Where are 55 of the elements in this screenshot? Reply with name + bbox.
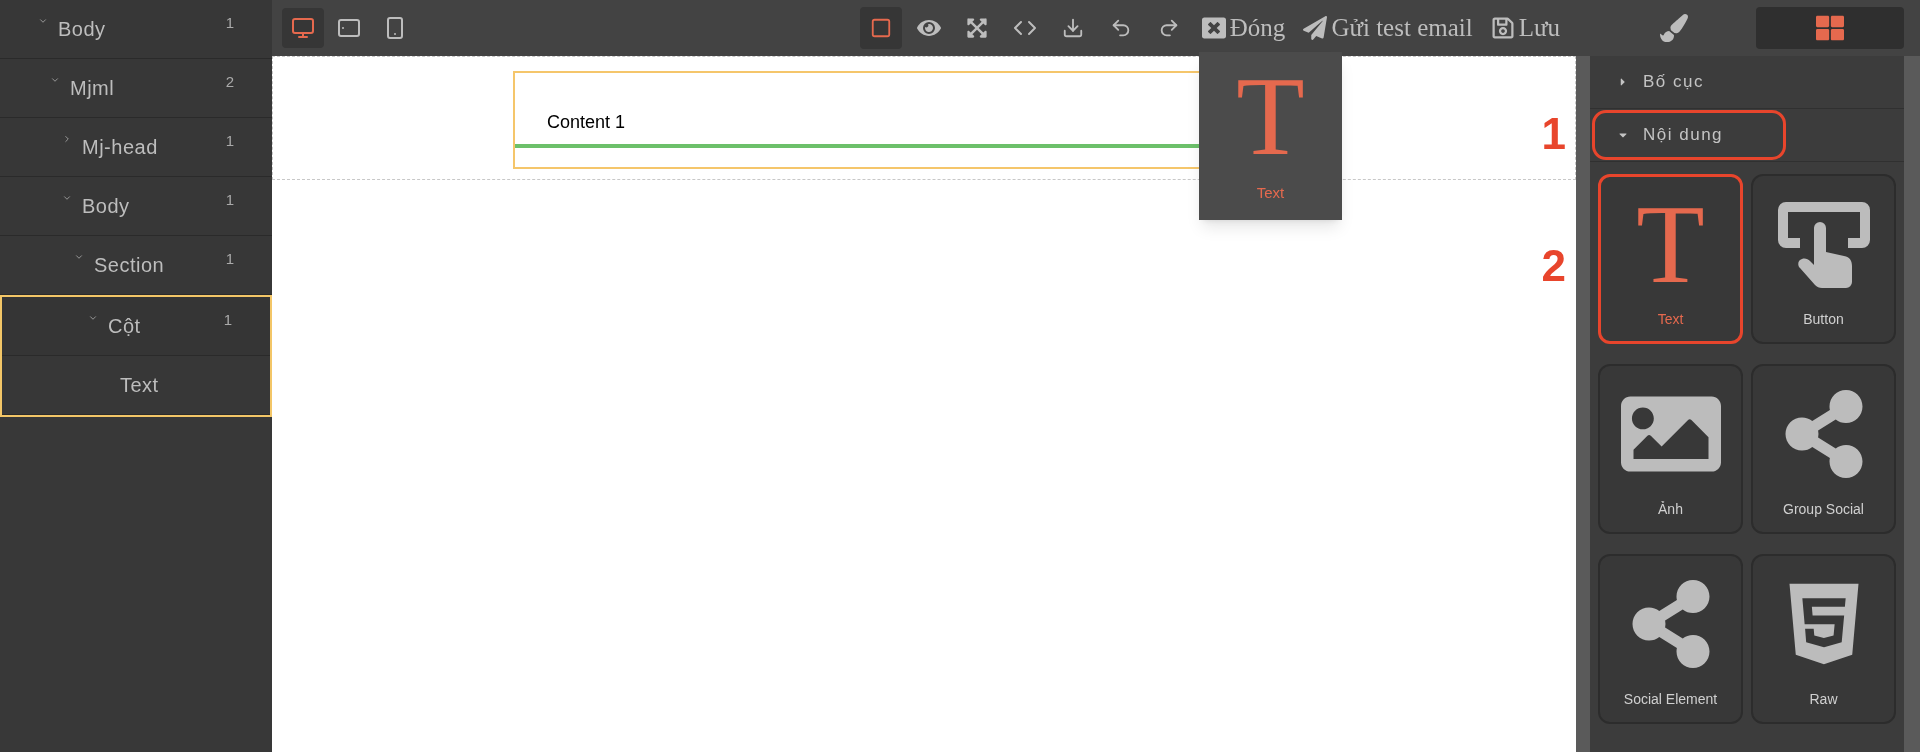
category-header[interactable]: Nội dung	[1592, 110, 1787, 160]
block-tile[interactable]: Group Social	[1751, 364, 1896, 534]
save-icon	[1490, 16, 1515, 40]
drag-preview-label: Text	[1256, 183, 1285, 203]
grid-icon	[1816, 14, 1844, 42]
close-icon	[1201, 16, 1226, 40]
monitor-icon	[291, 16, 315, 40]
layer-count: 1	[225, 12, 234, 33]
layer-name: Section	[94, 253, 165, 278]
device-button[interactable]	[282, 8, 324, 48]
action-button[interactable]: Gửi test email	[1297, 7, 1479, 49]
paper-plane-icon	[1303, 16, 1328, 40]
layer-count: 1	[225, 130, 234, 151]
layer-name: Body	[82, 194, 130, 219]
category-header[interactable]: Bố cục	[1592, 57, 1767, 107]
square-icon	[869, 17, 892, 39]
block-label: Ảnh	[1658, 499, 1683, 519]
block-label: Text	[1657, 309, 1684, 329]
layer-count: 1	[225, 189, 234, 210]
layer-name: Text	[120, 373, 159, 398]
fullscreen-icon	[965, 17, 988, 39]
caret-icon[interactable]	[38, 16, 48, 26]
panel-tab[interactable]	[1756, 7, 1904, 49]
layer-name: Cột	[108, 314, 141, 339]
caret-icon[interactable]	[88, 313, 98, 323]
paint-brush-icon	[1660, 14, 1688, 42]
annotation-number: 2	[1541, 244, 1566, 288]
block-label: Social Element	[1623, 689, 1718, 709]
block-tile[interactable]: Social Element	[1598, 554, 1743, 724]
action-button[interactable]: Lưu	[1484, 7, 1566, 49]
action-button[interactable]: Đóng	[1195, 7, 1292, 49]
layer-count: 1	[225, 248, 234, 269]
layer-name: Mj-head	[82, 135, 158, 160]
download-icon	[1061, 17, 1084, 39]
layer-count: 1	[223, 309, 232, 330]
block-label: Group Social	[1783, 499, 1864, 519]
annotation-number: 1	[1541, 112, 1566, 156]
caret-icon[interactable]	[50, 75, 60, 85]
block-label: Button	[1803, 309, 1844, 329]
block-tile[interactable]: Ảnh	[1598, 364, 1743, 534]
caret-icon[interactable]	[74, 252, 84, 262]
tablet-icon	[337, 16, 361, 40]
block-tile[interactable]: Raw	[1751, 554, 1896, 724]
block-label: Raw	[1809, 689, 1838, 709]
content-text: Content 1	[547, 111, 626, 134]
tool-button[interactable]	[859, 7, 902, 49]
layer-name: Mjml	[70, 76, 115, 101]
caret-icon[interactable]	[62, 193, 72, 203]
text-glyph-icon: T	[1636, 187, 1705, 300]
caret-icon[interactable]	[62, 134, 72, 144]
layer-name: Body	[58, 17, 106, 42]
block-tile[interactable]: T Text	[1598, 174, 1743, 344]
block-tile[interactable]: Button	[1751, 174, 1896, 344]
layer-count: 2	[225, 71, 234, 92]
text-glyph-icon: T	[1236, 60, 1305, 172]
